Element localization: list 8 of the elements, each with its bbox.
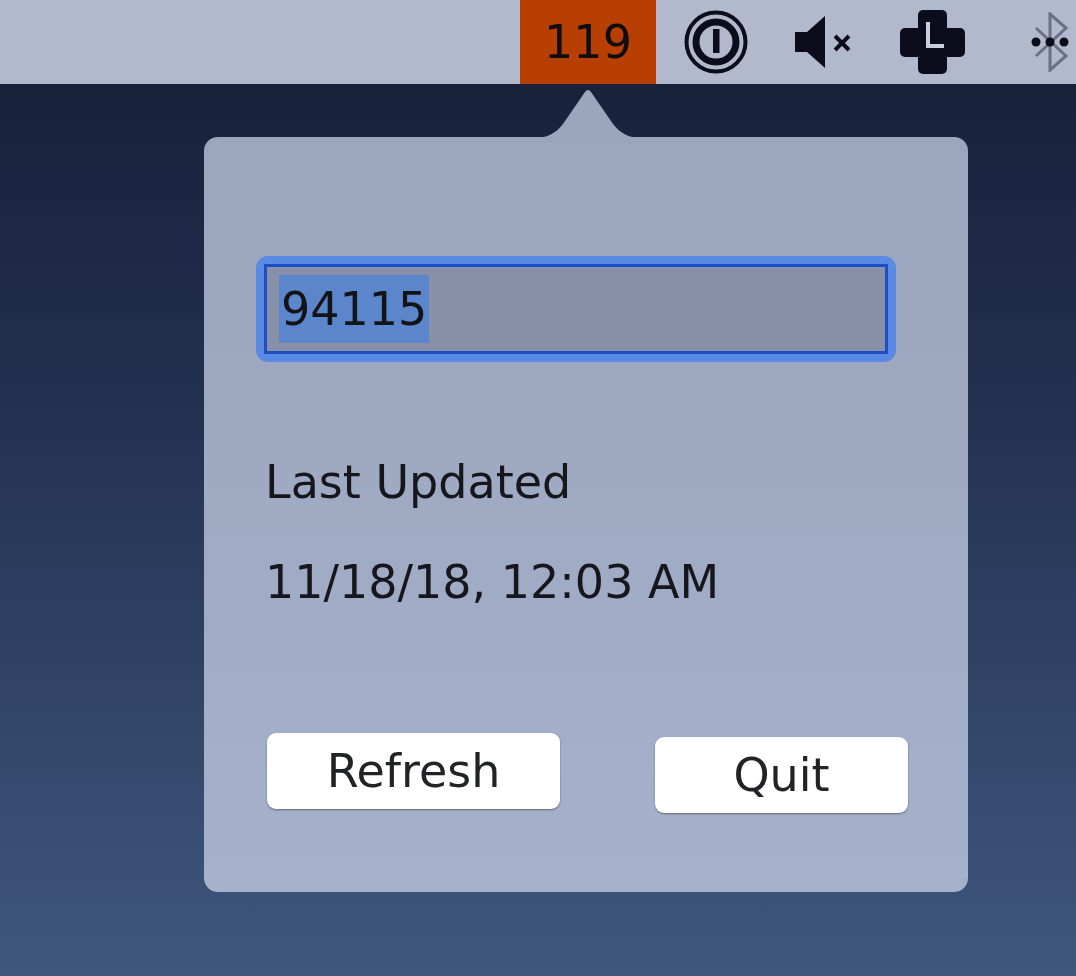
ring-icon[interactable] (684, 10, 748, 74)
plus-clock-icon[interactable] (900, 10, 965, 74)
last-updated-value: 11/18/18, 12:03 AM (265, 555, 720, 610)
last-updated-label: Last Updated (265, 455, 572, 510)
field-value: 94115 (279, 275, 430, 343)
refresh-button[interactable]: Refresh (267, 733, 560, 809)
quit-button[interactable]: Quit (655, 737, 908, 813)
zip-code-field[interactable]: 94115 (256, 256, 896, 362)
